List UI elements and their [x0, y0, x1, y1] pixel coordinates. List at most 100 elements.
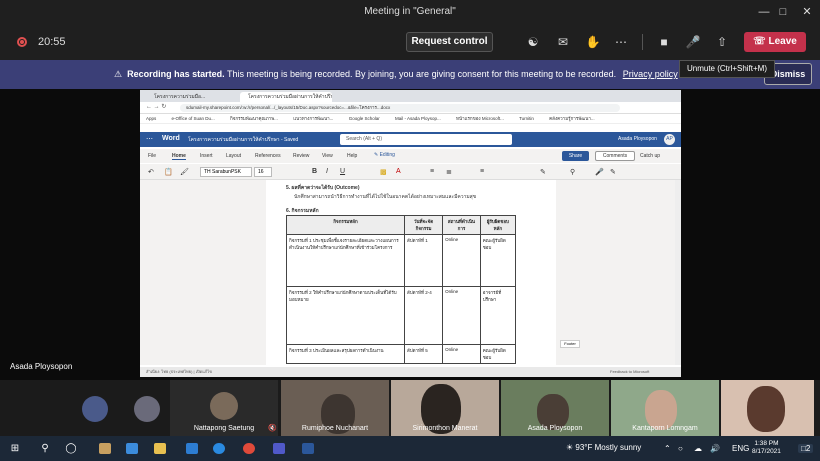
participant-tile[interactable] — [721, 380, 814, 436]
bookmark[interactable]: Apps — [146, 116, 156, 121]
volume-icon[interactable]: 🔊 — [710, 444, 720, 453]
maximize-icon[interactable]: □ — [774, 3, 792, 21]
bookmark[interactable]: Google Scholar — [349, 116, 380, 121]
highlight-icon[interactable]: ▩ — [380, 168, 387, 176]
chrome-icon[interactable] — [243, 443, 255, 454]
undo-icon[interactable]: ↶ — [148, 168, 154, 176]
camera-icon[interactable]: ■ — [655, 33, 673, 51]
tab-file[interactable]: File — [148, 153, 156, 159]
share-tray-icon[interactable]: ⇧ — [713, 33, 731, 51]
participant-tile[interactable] — [78, 380, 112, 436]
catch-up-button[interactable]: Catch up — [640, 153, 660, 159]
mail-icon[interactable] — [186, 443, 198, 454]
bookmark[interactable]: Turnitin — [519, 116, 534, 121]
align-icon[interactable]: ≡ — [480, 168, 484, 175]
people-icon[interactable]: ☯ — [524, 33, 542, 51]
participant-tile[interactable] — [130, 380, 164, 436]
search-icon[interactable]: ⚲ — [38, 442, 52, 456]
editing-mode[interactable]: ✎ Editing — [374, 152, 395, 158]
bullets-icon[interactable]: ≡ — [430, 168, 434, 175]
store-app-icon[interactable] — [126, 443, 138, 454]
styles-icon[interactable]: ✎ — [540, 168, 546, 176]
browser-tab-active[interactable]: โครงการความร่วมมือผ่านการให้คำปรึกษา — [240, 92, 332, 102]
tab-insert[interactable]: Insert — [200, 153, 213, 159]
tab-references[interactable]: References — [255, 153, 281, 159]
search-input[interactable]: Search (Alt + Q) — [340, 134, 512, 145]
start-icon[interactable]: ⊞ — [8, 442, 22, 456]
tab-help[interactable]: Help — [347, 153, 357, 159]
onedrive-icon[interactable]: ☁ — [694, 444, 702, 453]
bold-icon[interactable]: B — [312, 168, 317, 175]
weather-widget[interactable]: ☀ 93°F Mostly sunny — [566, 443, 641, 452]
bookmark[interactable]: หน้าแรกของ Microsoft... — [456, 116, 504, 121]
teams-icon[interactable] — [273, 443, 285, 454]
app-launcher-icon[interactable]: ⋯ — [146, 135, 153, 143]
bookmark[interactable]: กิจกรรมพัฒนาคุณภาพ... — [230, 116, 278, 121]
privacy-policy-link[interactable]: Privacy policy — [623, 69, 678, 79]
bookmark[interactable]: แนวทางการพัฒนา... — [293, 116, 333, 121]
scrollbar[interactable] — [675, 180, 681, 365]
italic-icon[interactable]: I — [326, 168, 328, 175]
close-icon[interactable]: ✕ — [798, 3, 816, 21]
title-bar: Meeting in "General" — □ ✕ — [0, 0, 820, 24]
settings-app-icon[interactable] — [99, 443, 111, 454]
editing-label: Editing — [379, 152, 395, 158]
share-button[interactable]: Share — [562, 151, 589, 161]
column-header: สถานที่ดำเนินการ — [442, 215, 481, 235]
tab-view[interactable]: View — [322, 153, 333, 159]
participant-tile[interactable]: Rumiphoe Nuchanart — [281, 380, 389, 436]
language-indicator[interactable]: ENG — [732, 444, 749, 453]
paste-icon[interactable]: 📋 — [164, 168, 173, 176]
participant-tile[interactable]: Asada Ploysopon — [501, 380, 609, 436]
banner-text: ⚠ Recording has started. This meeting is … — [114, 69, 678, 80]
participant-tile[interactable]: Sirimonthon Manerat — [391, 380, 499, 436]
reactions-icon[interactable]: ✋ — [584, 33, 602, 51]
clock[interactable]: 1:38 PM 8/17/2021 — [752, 440, 781, 456]
mic-muted-icon[interactable]: 🎤 — [684, 33, 702, 51]
numbering-icon[interactable]: ≣ — [446, 168, 452, 176]
network-icon[interactable]: ○ — [678, 444, 683, 453]
tab-home[interactable]: Home — [172, 153, 186, 160]
show-hidden-icon[interactable]: ⌃ — [664, 444, 671, 453]
presenter-name: Asada Ploysopon — [10, 362, 73, 371]
participant-tile[interactable]: Nattapong Saetung 🔇 — [170, 380, 278, 436]
word-icon[interactable] — [302, 443, 314, 454]
url-field[interactable]: sdumail-my.sharepoint.com/:w:/r/personal… — [180, 104, 620, 112]
participant-name: Nattapong Saetung — [193, 425, 255, 432]
dictate-icon[interactable]: 🎤 — [595, 168, 604, 176]
table-cell: กิจกรรมที่ 3 ประเมินผลและสรุปผลการดำเนิน… — [286, 344, 405, 364]
leave-button[interactable]: ☏ Leave — [744, 32, 806, 52]
comments-button[interactable]: Comments — [595, 151, 635, 161]
bookmark[interactable]: คลังความรู้การพัฒนา... — [549, 116, 594, 121]
find-icon[interactable]: ⚲ — [570, 168, 575, 176]
editor-icon[interactable]: ✎ — [610, 168, 616, 176]
file-explorer-icon[interactable] — [154, 443, 166, 454]
notification-icon[interactable]: □2 — [798, 444, 814, 453]
document-page[interactable]: 5. ผลที่คาดว่าจะได้รับ (Outcome) นักศึกษ… — [266, 180, 556, 365]
tab-layout[interactable]: Layout — [226, 153, 241, 159]
chat-icon[interactable]: ✉ — [554, 33, 572, 51]
clock-date: 8/17/2021 — [752, 448, 781, 455]
avatar[interactable]: AP — [664, 134, 675, 145]
bookmark[interactable]: e-Office of Suan Du... — [172, 116, 215, 121]
document-title[interactable]: โครงการความร่วมมือผ่านการให้คำปรึกษา - S… — [188, 136, 298, 144]
footer-button[interactable]: Footer — [560, 340, 580, 348]
column-header: วันที่จะจัดกิจกรรม — [403, 215, 444, 235]
tab-review[interactable]: Review — [293, 153, 309, 159]
request-control-button[interactable]: Request control — [406, 32, 493, 52]
font-color-icon[interactable]: A — [396, 168, 401, 175]
participant-tile[interactable]: Kantaporn Lomngam — [611, 380, 719, 436]
nav-arrows-icon[interactable]: ← → ↻ — [146, 103, 166, 110]
browser-tab[interactable]: โครงการความร่วมมือ... — [146, 92, 238, 102]
minimize-icon[interactable]: — — [755, 3, 773, 21]
feedback-link[interactable]: Feedback to Microsoft — [610, 367, 649, 377]
edge-icon[interactable] — [213, 443, 225, 454]
font-family-select[interactable]: TH SarabunPSK — [200, 167, 252, 177]
task-view-icon[interactable]: ◯ — [64, 442, 78, 456]
more-actions-icon[interactable]: ⋯ — [612, 33, 630, 51]
bookmark[interactable]: Mail - Asada Ploysop... — [395, 116, 441, 121]
font-size-select[interactable]: 16 — [254, 167, 272, 177]
underline-icon[interactable]: U — [340, 168, 345, 175]
format-painter-icon[interactable]: 🖌 — [180, 168, 189, 176]
word-header: ⋯ Word โครงการความร่วมมือผ่านการให้คำปรึ… — [140, 132, 681, 147]
